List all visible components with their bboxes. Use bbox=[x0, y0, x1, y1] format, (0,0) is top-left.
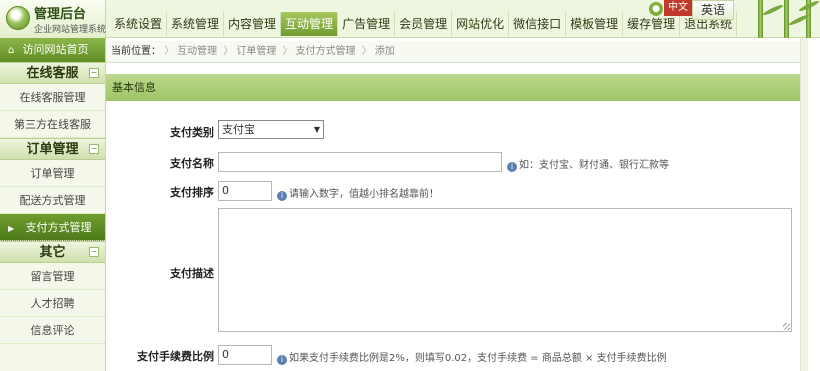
pay-fee-hint: i 如果支付手续费比例是2%，则填写0.02，支付手续费 = 商品总额 × 支付手… bbox=[277, 349, 667, 365]
pay-fee-input[interactable]: 0 bbox=[218, 345, 272, 365]
sidebar-group-title: 其它 bbox=[39, 245, 66, 260]
nav-content-management[interactable]: 内容管理 bbox=[224, 12, 282, 36]
breadcrumb-prefix: 当前位置： bbox=[111, 46, 161, 57]
sidebar-item-label: 支付方式管理 bbox=[25, 221, 92, 234]
pay-order-hint-text: 请输入数字，值越小排名越靠前！ bbox=[289, 189, 439, 200]
breadcrumb-current: 添加 bbox=[374, 46, 395, 57]
pay-name-input[interactable] bbox=[218, 152, 502, 172]
main-nav: 系统设置 系统管理 内容管理 互动管理 广告管理 会员管理 网站优化 微信接口 … bbox=[110, 12, 738, 36]
sidebar-item-payment-manage[interactable]: ▶ 支付方式管理 bbox=[0, 214, 105, 241]
visit-site-home-link[interactable]: ⌂ 访问网站首页 bbox=[0, 38, 105, 62]
sidebar-group-other[interactable]: 其它 − bbox=[0, 241, 105, 263]
breadcrumb-item[interactable]: 支付方式管理 bbox=[293, 46, 359, 57]
pay-name-hint-text: 如：支付宝、财付通、银行汇款等 bbox=[519, 160, 669, 171]
sidebar-item-delivery-manage[interactable]: 配送方式管理 bbox=[0, 187, 105, 214]
sidebar-item-guestbook[interactable]: 留言管理 bbox=[0, 263, 105, 290]
pay-type-label: 支付类别 bbox=[170, 126, 214, 139]
nav-wechat-api[interactable]: 微信接口 bbox=[509, 12, 567, 36]
home-link-label: 访问网站首页 bbox=[22, 43, 89, 56]
pay-fee-hint-text: 如果支付手续费比例是2%，则填写0.02，支付手续费 = 商品总额 × 支付手续… bbox=[289, 353, 667, 364]
top-header: 管理后台 企业网站管理系统 系统设置 系统管理 内容管理 互动管理 广告管理 会… bbox=[0, 0, 820, 38]
nav-seo[interactable]: 网站优化 bbox=[452, 12, 510, 36]
lang-chinese-button[interactable]: 中文 bbox=[664, 0, 692, 16]
pay-order-label: 支付排序 bbox=[170, 186, 214, 199]
nav-system-settings[interactable]: 系统设置 bbox=[110, 12, 168, 36]
pay-name-hint: i 如：支付宝、财付通、银行汇款等 bbox=[507, 156, 669, 172]
pay-type-select[interactable]: 支付宝 ▼ bbox=[218, 120, 324, 139]
panel-title: 基本信息 bbox=[106, 74, 800, 101]
collapse-icon[interactable]: − bbox=[89, 144, 99, 154]
sidebar-item-comments[interactable]: 信息评论 bbox=[0, 317, 105, 344]
sidebar-group-online-service[interactable]: 在线客服 − bbox=[0, 62, 105, 84]
app-title: 管理后台 bbox=[34, 7, 87, 22]
pay-order-input[interactable]: 0 bbox=[218, 181, 272, 201]
nav-member-management[interactable]: 会员管理 bbox=[395, 12, 453, 36]
sidebar-group-title: 在线客服 bbox=[26, 66, 79, 81]
lang-english-button[interactable]: 英语 bbox=[692, 0, 734, 20]
page-scrollbar[interactable] bbox=[800, 38, 808, 371]
info-circle-icon: i bbox=[277, 191, 287, 201]
caret-right-icon: ▶ bbox=[8, 224, 15, 233]
bamboo-decoration bbox=[740, 0, 820, 38]
logo-icon bbox=[6, 6, 30, 30]
pay-type-value: 支付宝 bbox=[222, 123, 255, 136]
sidebar-item-third-party-service[interactable]: 第三方在线客服 bbox=[0, 111, 105, 138]
sidebar-item-order-manage[interactable]: 订单管理 bbox=[0, 160, 105, 187]
collapse-icon[interactable]: − bbox=[89, 247, 99, 257]
breadcrumb-item[interactable]: 订单管理 bbox=[233, 46, 279, 57]
pay-name-label: 支付名称 bbox=[170, 157, 214, 170]
nav-ad-management[interactable]: 广告管理 bbox=[338, 12, 396, 36]
collapse-icon[interactable]: − bbox=[89, 68, 99, 78]
sidebar-group-orders[interactable]: 订单管理 − bbox=[0, 138, 105, 160]
sidebar-item-online-service-manage[interactable]: 在线客服管理 bbox=[0, 84, 105, 111]
sidebar: ⌂ 访问网站首页 在线客服 − 在线客服管理 第三方在线客服 订单管理 − 订单… bbox=[0, 38, 106, 371]
pay-fee-label: 支付手续费比例 bbox=[137, 350, 214, 363]
pay-desc-label: 支付描述 bbox=[170, 267, 214, 280]
breadcrumb-item[interactable]: 互动管理 bbox=[174, 46, 220, 57]
caret-down-icon: ▼ bbox=[313, 125, 320, 134]
nav-interaction-management[interactable]: 互动管理 bbox=[281, 12, 339, 36]
app-subtitle: 企业网站管理系统 bbox=[34, 25, 107, 35]
info-circle-icon: i bbox=[277, 355, 287, 365]
pay-order-hint: i 请输入数字，值越小排名越靠前！ bbox=[277, 185, 439, 201]
lock-icon[interactable]: ● bbox=[649, 2, 663, 16]
info-circle-icon: i bbox=[507, 162, 517, 172]
nav-template-management[interactable]: 模板管理 bbox=[566, 12, 624, 36]
sidebar-group-title: 订单管理 bbox=[26, 142, 79, 157]
breadcrumb: 当前位置： 〉互动管理 〉订单管理 〉支付方式管理 〉添加 bbox=[106, 41, 800, 63]
sidebar-item-recruitment[interactable]: 人才招聘 bbox=[0, 290, 105, 317]
resize-grip-icon[interactable] bbox=[783, 323, 790, 330]
logo: 管理后台 企业网站管理系统 bbox=[0, 0, 106, 38]
nav-system-management[interactable]: 系统管理 bbox=[167, 12, 225, 36]
pay-desc-textarea[interactable] bbox=[218, 208, 792, 332]
home-icon: ⌂ bbox=[8, 45, 15, 56]
